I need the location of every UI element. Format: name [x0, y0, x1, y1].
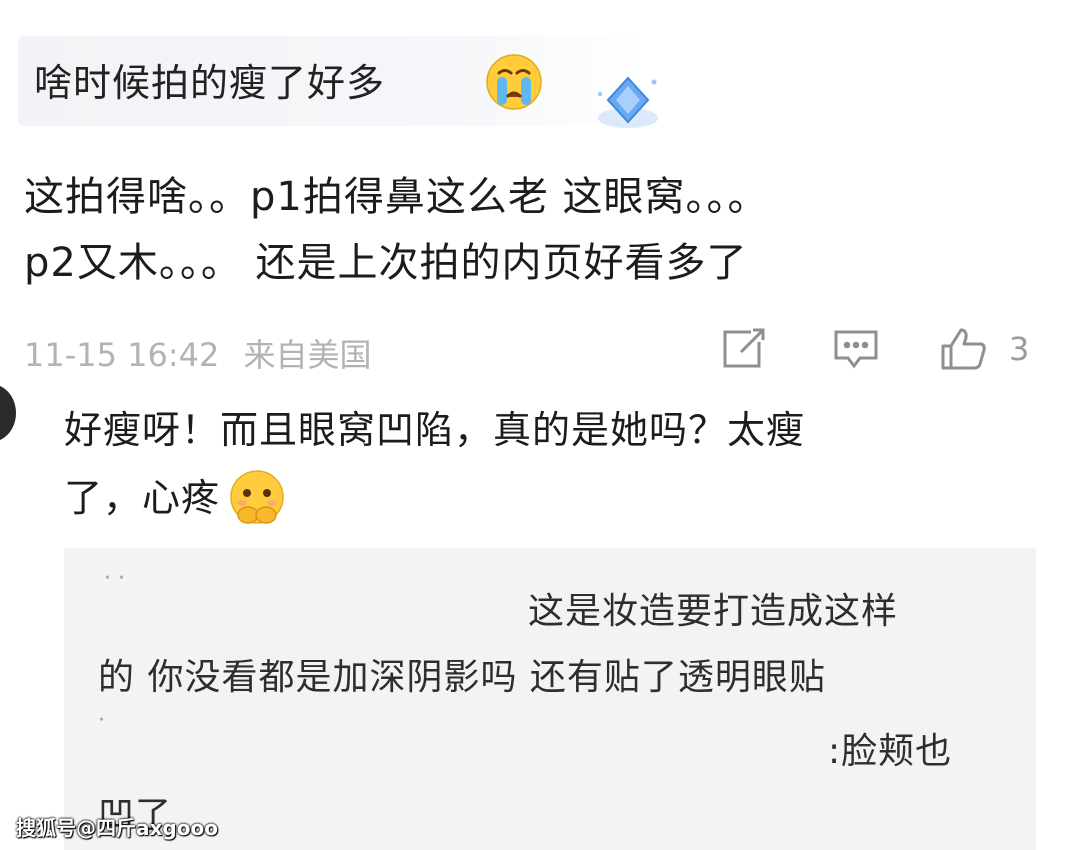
- comment-line: 这拍得啥。。p1拍得鼻这么老 这眼窝。。。: [24, 174, 769, 220]
- comment-time: 11-15 16:42: [24, 336, 220, 374]
- redacted-username: ·: [98, 708, 105, 733]
- quote-line: 这是妆造要打造成这样: [528, 591, 899, 632]
- crying-face-icon: [484, 52, 544, 112]
- share-icon[interactable]: [718, 324, 770, 374]
- redacted-username: · ·: [104, 566, 125, 591]
- avatar[interactable]: [0, 384, 16, 442]
- comment-line: p2又木。。。 还是上次拍的内页好看多了: [24, 240, 748, 286]
- top-comment-text: 啥时候拍的瘦了好多: [34, 61, 386, 105]
- like-icon[interactable]: [938, 324, 990, 374]
- quoted-reply-box: · · 这是妆造要打造成这样 的 你没看都是加深阴影吗 还有贴了透明眼贴 · :…: [64, 548, 1036, 850]
- quote-line: 的 你没看都是加深阴影吗 还有贴了透明眼贴: [98, 657, 826, 698]
- watermark: 搜狐号@四斤axgooo: [16, 816, 218, 840]
- reply-line: 好瘦呀！而且眼窝凹陷，真的是她吗？太瘦: [64, 408, 806, 452]
- comment-body: 这拍得啥。。p1拍得鼻这么老 这眼窝。。。 p2又木。。。 还是上次拍的内页好看…: [24, 164, 1044, 296]
- quote-line: :脸颊也: [828, 731, 953, 772]
- reply-line: 了，心疼: [64, 464, 1044, 532]
- comment-meta-row: 11-15 16:42 来自美国 3: [24, 322, 1064, 376]
- like-count: 3: [1009, 330, 1030, 368]
- pleading-face-icon: [228, 469, 286, 527]
- comment-location: 来自美国: [243, 336, 372, 374]
- reply-body: 好瘦呀！而且眼窝凹陷，真的是她吗？太瘦 了，心疼: [64, 396, 1044, 532]
- comment-icon[interactable]: [830, 324, 882, 374]
- reply-line-text: 了，心疼: [64, 476, 221, 520]
- comment-timestamp: 11-15 16:42 来自美国: [24, 330, 372, 376]
- diamond-badge-icon: [592, 72, 664, 134]
